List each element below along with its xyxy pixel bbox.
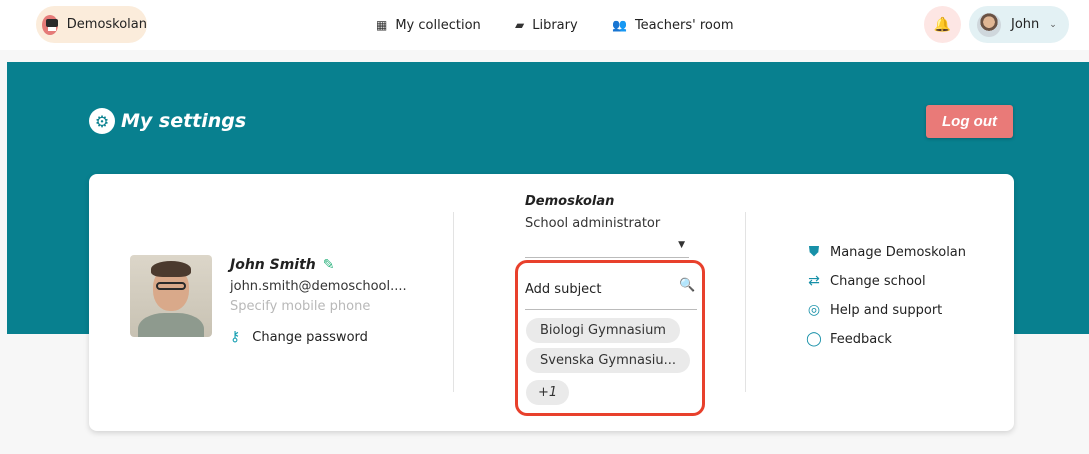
subject-chip[interactable]: Biologi Gymnasium [526,318,680,343]
lifebuoy-icon: ◎ [807,302,821,318]
user-email: john.smith@demoschool.... [230,279,407,294]
subject-chip[interactable]: Svenska Gymnasiu... [526,348,690,373]
school-switcher[interactable]: Demoskolan [36,6,147,43]
help-support-label: Help and support [830,302,943,318]
school-logo-icon [42,14,58,35]
change-school-link[interactable]: ⇄ Change school [805,273,926,289]
help-support-link[interactable]: ◎ Help and support [805,302,942,318]
nav-library[interactable]: ▰ Library [515,0,578,50]
change-password-link[interactable]: ⚷ Change password [230,329,368,345]
more-subjects-chip[interactable]: +1 [526,380,570,405]
school-name: Demoskolan [66,17,147,32]
book-icon: ▰ [515,18,525,32]
page-title-text: My settings [121,110,247,132]
nav-my-collection[interactable]: ▦ My collection [376,0,481,50]
school-role: School administrator [525,216,661,231]
school-name-heading: Demoskolan [525,194,615,209]
grid-icon: ▦ [376,18,388,32]
feedback-label: Feedback [830,331,892,347]
user-menu[interactable]: John ⌄ [969,6,1069,43]
feedback-link[interactable]: ◯ Feedback [805,331,892,347]
speech-bubble-icon: ◯ [806,331,822,347]
page-title: ⚙ My settings [89,108,246,134]
shield-icon: ⛊ [808,244,820,260]
top-navbar: Demoskolan ▦ My collection ▰ Library 👥 T… [0,0,1089,50]
logout-button[interactable]: Log out [926,105,1013,138]
user-full-name-text: John Smith [230,257,316,273]
swap-arrows-icon: ⇄ [808,273,820,289]
change-password-label: Change password [252,329,368,345]
pencil-icon[interactable]: ✎ [323,257,335,273]
people-icon: 👥 [612,18,627,32]
settings-card: John Smith ✎ john.smith@demoschool.... S… [89,174,1014,431]
nav-my-collection-label: My collection [395,17,481,33]
user-full-name: John Smith ✎ [230,257,335,273]
avatar [977,12,1001,37]
profile-photo[interactable] [130,255,212,337]
nav-teachers-room-label: Teachers' room [634,17,734,33]
nav-library-label: Library [532,17,578,33]
manage-school-label: Manage Demoskolan [830,244,967,260]
nav-teachers-room[interactable]: 👥 Teachers' room [612,0,734,50]
user-menu-name: John [1011,17,1040,32]
divider [453,212,454,392]
role-select[interactable]: ▼ [525,238,689,258]
caret-down-icon: ▼ [678,240,685,250]
search-icon[interactable]: 🔍 [679,278,695,293]
manage-school-link[interactable]: ⛊ Manage Demoskolan [805,244,966,260]
chevron-down-icon: ⌄ [1049,19,1057,30]
divider [745,212,746,392]
notifications-button[interactable]: 🔔 [924,6,961,43]
mobile-phone-field[interactable]: Specify mobile phone [230,299,370,314]
bell-icon: 🔔 [933,16,952,33]
add-subject-input[interactable] [525,270,697,310]
gears-icon: ⚙ [89,108,115,134]
key-icon: ⚷ [230,329,241,345]
change-school-label: Change school [830,273,926,289]
